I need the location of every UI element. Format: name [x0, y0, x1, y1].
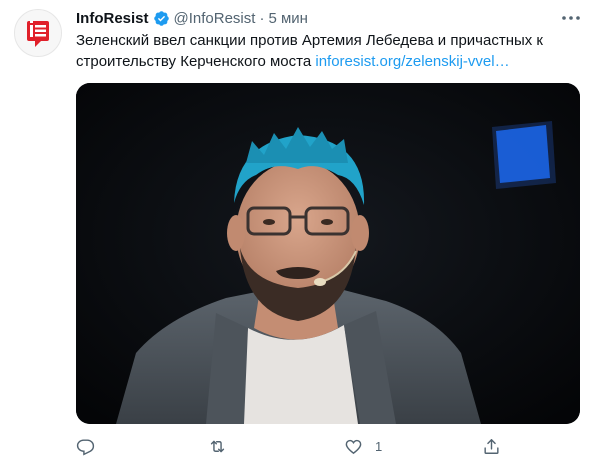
avatar[interactable]: [14, 9, 62, 57]
timestamp[interactable]: 5 мин: [268, 10, 308, 27]
tweet-card[interactable]: InfoResist @InfoResist · 5 мин Зеленский…: [0, 0, 595, 462]
separator-dot: ·: [259, 9, 265, 27]
verified-badge-icon: [153, 10, 170, 27]
retweet-button[interactable]: [208, 434, 227, 458]
photo-portrait-image: [76, 83, 580, 424]
tweet-header: InfoResist @InfoResist · 5 мин: [76, 8, 308, 28]
reply-icon: [76, 438, 95, 455]
more-options-icon[interactable]: [560, 9, 582, 27]
like-button[interactable]: 1: [344, 434, 382, 458]
author-name[interactable]: InfoResist: [76, 10, 149, 27]
like-icon: [345, 439, 362, 454]
tweet-photo[interactable]: [76, 83, 580, 424]
share-button[interactable]: [482, 434, 501, 458]
author-handle[interactable]: @InfoResist: [174, 10, 256, 27]
share-icon: [484, 438, 499, 454]
tweet-text: Зеленский ввел санкции против Артемия Ле…: [76, 30, 576, 72]
like-count: 1: [375, 438, 383, 454]
retweet-icon: [210, 440, 225, 452]
inforesist-logo-icon: [27, 21, 49, 47]
tweet-link[interactable]: inforesist.org/zelenskij-vvel…: [315, 53, 509, 70]
tweet-actions: 1: [76, 434, 506, 458]
reply-button[interactable]: [76, 434, 95, 458]
